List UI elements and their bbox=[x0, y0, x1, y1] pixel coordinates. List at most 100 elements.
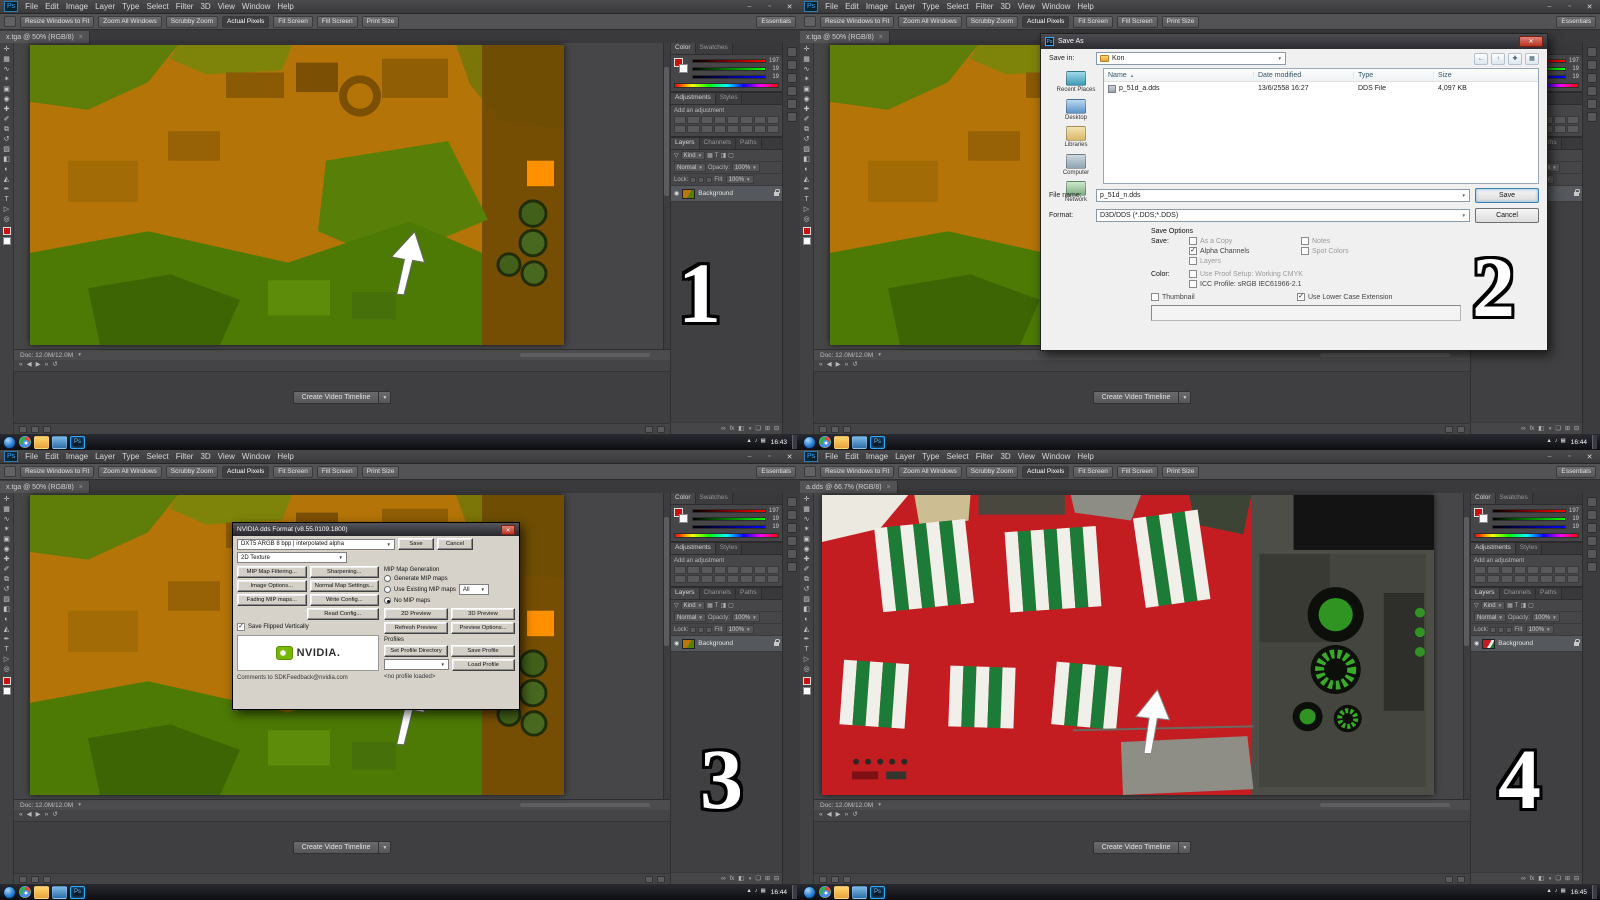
menu-filter[interactable]: Filter bbox=[976, 2, 994, 11]
icc-profile-checkbox[interactable]: ICC Profile: sRGB IEC61966-2.1 bbox=[1189, 280, 1302, 288]
explorer-icon[interactable] bbox=[834, 885, 849, 899]
opacity-select[interactable]: 100%▼ bbox=[1531, 613, 1560, 622]
explorer-icon[interactable] bbox=[34, 435, 49, 449]
play-icon[interactable]: ▶ bbox=[836, 812, 841, 819]
fill-screen-button[interactable]: Fill Screen bbox=[316, 465, 358, 478]
loop-icon[interactable]: ↺ bbox=[52, 812, 57, 819]
layers-checkbox[interactable]: Layers bbox=[1189, 257, 1297, 265]
minimize-button[interactable]: – bbox=[1543, 3, 1556, 10]
adjustment-icon[interactable] bbox=[766, 116, 779, 124]
mip-map-filtering-button[interactable]: MIP Map Filtering... bbox=[237, 566, 307, 578]
next-frame-icon[interactable]: » bbox=[845, 812, 849, 819]
use-existing-mip-maps-radio[interactable]: Use Existing MIP maps All ▼ bbox=[384, 584, 515, 595]
eyedropper-tool[interactable]: ◉ bbox=[803, 95, 809, 104]
history-panel-icon[interactable] bbox=[1586, 47, 1597, 57]
adjustment-icon[interactable] bbox=[727, 566, 740, 574]
preview-options-button[interactable]: Preview Options... bbox=[451, 622, 515, 634]
show-desktop-button[interactable] bbox=[1592, 885, 1597, 899]
timeline-option-icon[interactable] bbox=[1445, 875, 1453, 883]
blend-mode-select[interactable]: Normal▼ bbox=[674, 163, 706, 172]
tab-styles[interactable]: Styles bbox=[715, 93, 743, 104]
adjustment-icon[interactable] bbox=[727, 125, 740, 133]
tab-layers[interactable]: Layers bbox=[1471, 588, 1500, 599]
zoom-tool[interactable]: ◎ bbox=[3, 215, 9, 224]
kind-filter-select[interactable]: Kind▼ bbox=[680, 601, 706, 610]
layer-row-background[interactable]: ◉ Background bbox=[671, 636, 782, 652]
dialog-close-button[interactable]: ✕ bbox=[1519, 36, 1543, 47]
filter-type-icon[interactable]: T bbox=[1515, 603, 1519, 609]
filter-type-icon[interactable]: T bbox=[715, 153, 719, 159]
layer-group-icon[interactable]: ❏ bbox=[1556, 876, 1561, 882]
network-icon[interactable]: ▦ bbox=[761, 889, 766, 895]
view-menu-icon[interactable]: ▦ bbox=[1525, 52, 1539, 65]
crop-tool[interactable]: ▣ bbox=[803, 535, 810, 544]
timeline-option-icon[interactable] bbox=[843, 875, 851, 883]
status-menu-icon[interactable]: ▼ bbox=[877, 802, 882, 808]
lasso-tool[interactable]: ∿ bbox=[4, 65, 10, 74]
canvas-image[interactable] bbox=[30, 45, 564, 345]
brush-panel-icon[interactable] bbox=[786, 549, 797, 559]
tab-swatches[interactable]: Swatches bbox=[1495, 493, 1533, 504]
lock-pixels-icon[interactable] bbox=[698, 176, 705, 183]
menu-select[interactable]: Select bbox=[146, 452, 168, 461]
actions-panel-icon[interactable] bbox=[1586, 536, 1597, 546]
create-video-timeline-button[interactable]: Create Video Timeline bbox=[292, 391, 380, 404]
filter-smart-icon[interactable]: ▢ bbox=[728, 603, 734, 609]
network-icon[interactable]: ▦ bbox=[761, 439, 766, 445]
adjustment-icon[interactable] bbox=[713, 116, 726, 124]
dodge-tool[interactable]: ◭ bbox=[804, 625, 809, 634]
timeline-option-icon[interactable] bbox=[43, 425, 51, 433]
adjustment-icon[interactable] bbox=[713, 566, 726, 574]
status-menu-icon[interactable]: ▼ bbox=[877, 352, 882, 358]
adjustment-icon[interactable] bbox=[1474, 575, 1487, 583]
lock-pixels-icon[interactable] bbox=[698, 626, 705, 633]
adjustment-layer-icon[interactable]: ◑ bbox=[1548, 876, 1552, 882]
tab-color[interactable]: Color bbox=[671, 493, 696, 504]
blue-slider[interactable] bbox=[692, 525, 766, 529]
new-layer-icon[interactable]: ⊞ bbox=[765, 876, 770, 882]
filter-shape-icon[interactable]: ◨ bbox=[720, 603, 726, 609]
path-select-tool[interactable]: ▷ bbox=[804, 205, 809, 214]
adjustment-icon[interactable] bbox=[1553, 566, 1566, 574]
visibility-eye-icon[interactable]: ◉ bbox=[674, 190, 679, 197]
first-frame-icon[interactable]: « bbox=[819, 812, 823, 819]
network-icon[interactable]: ▦ bbox=[1561, 439, 1566, 445]
document-tab[interactable]: x.tga @ 50% (RGB/8) × bbox=[800, 31, 890, 43]
lock-position-icon[interactable] bbox=[706, 626, 713, 633]
adjustment-icon[interactable] bbox=[1553, 116, 1566, 124]
start-button[interactable] bbox=[3, 435, 16, 449]
minimize-button[interactable]: – bbox=[743, 3, 756, 10]
healing-brush-tool[interactable]: ✚ bbox=[804, 555, 810, 564]
menu-window[interactable]: Window bbox=[242, 452, 270, 461]
green-slider[interactable] bbox=[692, 517, 766, 521]
volume-icon[interactable]: ♪ bbox=[1555, 439, 1558, 445]
create-video-timeline-button[interactable]: Create Video Timeline bbox=[292, 841, 380, 854]
layer-row-background[interactable]: ◉ Background bbox=[1471, 636, 1582, 652]
adjustment-icon[interactable] bbox=[1566, 125, 1579, 133]
tab-adjustments[interactable]: Adjustments bbox=[671, 93, 716, 104]
menu-help[interactable]: Help bbox=[1077, 452, 1093, 461]
layer-mask-icon[interactable]: ◧ bbox=[738, 426, 744, 432]
eraser-tool[interactable]: ▨ bbox=[803, 145, 810, 154]
timeline-type-caret[interactable]: ▼ bbox=[379, 841, 392, 854]
green-slider[interactable] bbox=[1492, 517, 1566, 521]
restore-button[interactable]: ▫ bbox=[1563, 3, 1576, 10]
dodge-tool[interactable]: ◭ bbox=[804, 175, 809, 184]
menu-window[interactable]: Window bbox=[1042, 2, 1070, 11]
document-tab[interactable]: x.tga @ 50% (RGB/8) × bbox=[0, 31, 90, 43]
media-app-icon[interactable] bbox=[852, 435, 867, 449]
create-video-timeline-button[interactable]: Create Video Timeline bbox=[1092, 391, 1180, 404]
column-size[interactable]: Size bbox=[1434, 72, 1538, 79]
prev-frame-icon[interactable]: ◀ bbox=[827, 812, 832, 819]
adjustment-icon[interactable] bbox=[1540, 566, 1553, 574]
write-config-button[interactable]: Write Config... bbox=[309, 594, 379, 606]
loop-icon[interactable]: ↺ bbox=[52, 362, 57, 369]
menu-view[interactable]: View bbox=[1018, 452, 1035, 461]
lasso-tool[interactable]: ∿ bbox=[804, 65, 810, 74]
media-app-icon[interactable] bbox=[52, 435, 67, 449]
document-tab[interactable]: a.dds @ 66.7% (RGB/8) × bbox=[800, 481, 898, 493]
close-button[interactable]: ✕ bbox=[783, 3, 796, 11]
tab-paths[interactable]: Paths bbox=[735, 138, 762, 149]
thumbnail-checkbox[interactable]: Thumbnail bbox=[1151, 293, 1293, 301]
menu-edit[interactable]: Edit bbox=[45, 452, 59, 461]
